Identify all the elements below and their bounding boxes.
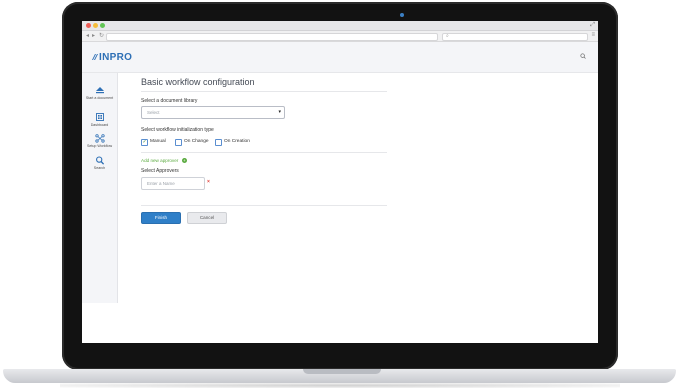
browser-window: ⤢ ◂ ▸ ↻ ⌕ ≡ INPRO Start a document Dashb…: [82, 21, 598, 343]
sidebar-item-label: Start a document: [85, 96, 114, 100]
init-type-label: Select workflow initialization type: [141, 127, 214, 133]
logo-mark-icon: [92, 54, 98, 60]
browser-toolbar: ◂ ▸ ↻ ⌕ ≡: [82, 31, 598, 42]
checkbox-box[interactable]: ✓: [141, 139, 148, 146]
chevron-down-icon: ▾: [278, 109, 281, 115]
checkbox-label: Manual: [150, 139, 166, 144]
laptop-shadow: [60, 383, 620, 388]
sidebar-item-label: Search: [93, 166, 106, 170]
browser-menu-icon[interactable]: ≡: [591, 31, 595, 40]
sidebar-item-start-document[interactable]: Start a document: [82, 86, 117, 100]
checkbox-label: On Change: [184, 139, 209, 144]
add-approver-link[interactable]: Add new approver: [141, 158, 178, 163]
sidebar-item-search[interactable]: Search: [82, 156, 117, 170]
checkbox-box[interactable]: [215, 139, 222, 146]
approver-placeholder: Enter a Name: [147, 181, 175, 186]
app-header: INPRO: [82, 42, 598, 73]
actions-divider: [141, 205, 387, 206]
base-notch: [303, 369, 381, 374]
library-label: Select a document library: [141, 98, 198, 104]
checkbox-box[interactable]: [175, 139, 182, 146]
header-search-icon[interactable]: [580, 53, 586, 59]
forward-button[interactable]: ▸: [92, 32, 95, 40]
sidebar-item-setup-workflow[interactable]: Setup Workflow: [82, 134, 117, 148]
checkbox-label: On Creation: [224, 139, 250, 144]
close-window-button[interactable]: [86, 23, 91, 28]
document-library-select[interactable]: Select ▾: [141, 106, 285, 119]
approvers-label: Select Approvers: [141, 168, 179, 174]
sidebar-item-dashboard[interactable]: Dashboard: [82, 113, 117, 127]
minimize-window-button[interactable]: [93, 23, 98, 28]
laptop-base: [3, 369, 676, 383]
title-divider: [141, 91, 387, 92]
browser-titlebar: ⤢: [82, 21, 598, 31]
sidebar-item-label: Dashboard: [90, 123, 109, 127]
cancel-button[interactable]: Cancel: [187, 212, 227, 224]
checkmark-icon: ✓: [142, 139, 147, 145]
browser-search-icon: ⌕: [446, 33, 449, 39]
logo-text: INPRO: [99, 52, 133, 63]
camera-dot: [400, 13, 404, 17]
back-button[interactable]: ◂: [86, 32, 89, 40]
sidebar-item-label: Setup Workflow: [86, 144, 113, 148]
page-title: Basic workflow configuration: [141, 77, 255, 87]
expand-icon[interactable]: ⤢: [590, 21, 595, 30]
app-logo[interactable]: INPRO: [91, 52, 132, 63]
approver-name-input[interactable]: Enter a Name: [141, 177, 205, 190]
search-icon: [95, 156, 104, 165]
library-selected-value: Select: [147, 110, 160, 115]
address-bar[interactable]: [106, 33, 438, 41]
reload-button[interactable]: ↻: [99, 32, 104, 40]
dashboard-icon: [95, 113, 104, 121]
finish-button[interactable]: Finish: [141, 212, 181, 224]
remove-approver-icon[interactable]: ×: [207, 179, 210, 185]
maximize-window-button[interactable]: [100, 23, 105, 28]
start-document-icon: [95, 87, 104, 94]
workflow-icon: [94, 134, 105, 143]
sidebar: Start a document Dashboard Setup Workflo…: [82, 73, 118, 303]
add-circle-icon[interactable]: +: [182, 158, 187, 163]
section-divider: [141, 152, 387, 153]
browser-search-field[interactable]: ⌕: [442, 33, 588, 41]
